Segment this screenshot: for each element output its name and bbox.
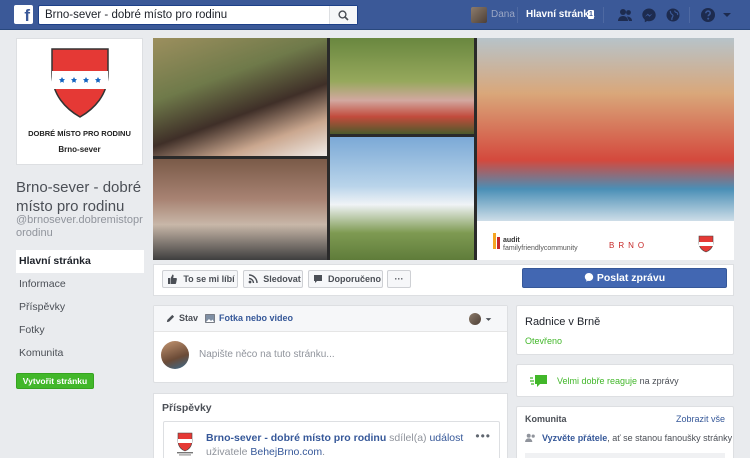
composer-input[interactable]: Napište něco na tuto stránku...	[199, 349, 335, 360]
search-box[interactable]	[38, 5, 358, 25]
responsive-chat-icon	[530, 375, 547, 387]
cover-photo[interactable]: audit familyfriendlycommunity BRNO	[153, 38, 734, 260]
post-user-link[interactable]: BehejBrno.com	[250, 446, 322, 458]
nav-item-home[interactable]: Hlavní stránka	[16, 250, 144, 273]
cover-photo-seniors-walking	[330, 38, 474, 134]
place-box: Radnice v Brně Otevřeno	[516, 305, 734, 355]
response-rate-text: Velmi dobře reaguje na zprávy	[557, 376, 679, 386]
tab-status[interactable]: Stav	[179, 313, 198, 323]
divider	[689, 7, 690, 23]
cover-photo-family	[153, 38, 327, 156]
city-crest-icon	[51, 48, 109, 118]
composer-tabs: Stav Fotka nebo video	[154, 306, 507, 332]
community-see-all-link[interactable]: Zobrazit vše	[676, 414, 725, 424]
home-badge: 1	[588, 10, 594, 19]
chevron-down-icon[interactable]	[485, 316, 492, 323]
response-box: Velmi dobře reaguje na zprávy	[516, 364, 734, 397]
messenger-icon[interactable]	[641, 7, 657, 23]
post-options-button[interactable]: •••	[475, 429, 491, 443]
post-author-logo-icon[interactable]	[176, 432, 194, 456]
search-button[interactable]	[329, 6, 357, 24]
help-icon[interactable]	[700, 7, 716, 23]
brno-logo: BRNO	[609, 241, 649, 250]
community-box: Komunita Zobrazit vše Vyzvěte přátele, a…	[516, 406, 734, 458]
place-title[interactable]: Radnice v Brně	[525, 316, 600, 328]
post-author-link[interactable]: Brno-sever - dobré místo pro rodinu	[206, 432, 386, 444]
profile-picture[interactable]: DOBRÉ MÍSTO PRO RODINU Brno-sever	[16, 38, 143, 165]
pencil-icon	[166, 314, 175, 323]
recommend-button[interactable]: Doporučeno	[308, 270, 383, 288]
rss-follow-icon	[248, 274, 258, 284]
top-navigation-bar: f Dana Hlavní stránka 1	[0, 0, 750, 30]
cover-photo-seniors-bench	[153, 159, 327, 260]
follow-button[interactable]: Sledovat	[243, 270, 303, 288]
post-card: Brno-sever - dobré místo pro rodinu sdíl…	[163, 421, 500, 458]
page-navigation: Hlavní stránka Informace Příspěvky Fotky…	[16, 250, 144, 365]
nav-item-community[interactable]: Komunita	[16, 342, 144, 365]
mini-crest-icon	[698, 235, 714, 253]
chevron-down-icon[interactable]	[722, 10, 732, 20]
more-options-button[interactable]: ···	[387, 270, 411, 288]
recommend-chat-icon	[314, 275, 322, 283]
page-title: Brno-sever - dobré místo pro rodinu	[16, 179, 142, 215]
facebook-logo-icon[interactable]: f	[14, 5, 33, 24]
user-avatar[interactable]	[471, 7, 487, 23]
audit-logo-text: audit familyfriendlycommunity	[503, 237, 578, 252]
nav-item-about[interactable]: Informace	[16, 273, 144, 296]
post-composer: Stav Fotka nebo video Napište něco na tu…	[153, 305, 508, 383]
invite-friends-row: Vyzvěte přátele, ať se stanou fanoušky s…	[525, 433, 732, 443]
crest-subtitle: Brno-sever	[58, 145, 101, 154]
community-row-placeholder	[525, 453, 725, 458]
post-header: Brno-sever - dobré místo pro rodinu sdíl…	[206, 432, 464, 458]
user-name-link[interactable]: Dana	[491, 9, 515, 20]
home-link[interactable]: Hlavní stránka	[526, 9, 594, 20]
post-event-link[interactable]: událost	[429, 432, 463, 444]
create-page-button[interactable]: Vytvořit stránku	[16, 373, 94, 389]
tab-photo-video[interactable]: Fotka nebo video	[219, 313, 293, 323]
invite-friends-icon	[525, 433, 535, 442]
invite-friends-link[interactable]: Vyzvěte přátele	[542, 433, 607, 443]
photo-icon	[205, 314, 215, 323]
messenger-icon	[584, 272, 594, 282]
send-message-button[interactable]: Poslat zprávu	[522, 268, 727, 288]
crest-title: DOBRÉ MÍSTO PRO RODINU	[28, 129, 131, 138]
place-status: Otevřeno	[525, 336, 563, 346]
nav-item-posts[interactable]: Příspěvky	[16, 296, 144, 319]
search-input[interactable]	[39, 6, 329, 24]
composer-avatar	[161, 341, 189, 369]
nav-item-photos[interactable]: Fotky	[16, 319, 144, 342]
audit-logo-icon	[493, 233, 500, 249]
search-icon	[338, 9, 349, 21]
globe-notifications-icon[interactable]	[665, 7, 681, 23]
posts-title: Příspěvky	[162, 402, 212, 414]
divider	[517, 7, 518, 23]
composer-author-avatar[interactable]	[469, 313, 481, 325]
cover-photo-couple-bicycle	[330, 137, 474, 260]
like-button[interactable]: To se mi líbí	[162, 270, 238, 288]
community-title: Komunita	[525, 414, 567, 424]
page-handle[interactable]: @brnosever.dobremistoprorodinu	[16, 214, 148, 240]
friend-requests-icon[interactable]	[617, 7, 633, 23]
divider	[603, 7, 604, 23]
posts-section: Příspěvky Brno-sever - dobré místo pro r…	[153, 393, 508, 458]
page-action-bar: To se mi líbí Sledovat Doporučeno ··· Po…	[153, 264, 734, 296]
thumbs-up-icon	[168, 274, 177, 284]
